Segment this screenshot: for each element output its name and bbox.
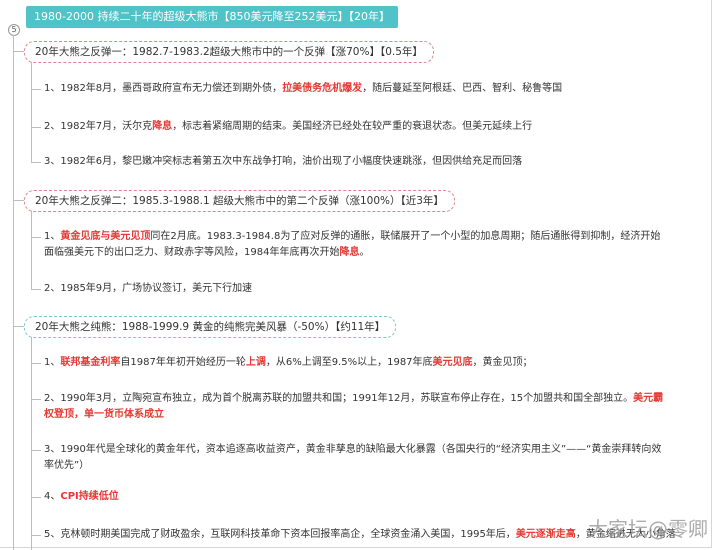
- root-topic[interactable]: 1980-2000 持续二十年的超级大熊市【850美元降至252美元】【20年】: [26, 6, 398, 28]
- item-text: ，标志着紧缩周期的结束。美国经济已经处在较严重的衰退状态。但美元延续上行: [172, 121, 533, 132]
- item-text: 4、: [44, 491, 61, 502]
- list-item: 2、1990年3月，立陶宛宣布独立，成为首个脱离苏联的加盟共和国；1991年12…: [44, 391, 664, 423]
- branch-rebound-one[interactable]: 20年大熊之反弹一：1982.7-1983.2超级大熊市中的一个反弹【涨70%】…: [24, 41, 434, 63]
- item-text: 5、克林顿时期美国完成了财政盈余，互联网科技革命下资本回报率高企，全球资金涌入美…: [44, 529, 516, 540]
- item-text: 3、1982年6月，黎巴嫩冲突标志着第五次中东战争打响，油价出现了小幅度快速跳涨…: [44, 156, 523, 167]
- watermark: 大家坛@零卿: [588, 517, 708, 541]
- highlight-text: 美元逐渐走高: [515, 529, 576, 540]
- item-connector: [31, 237, 41, 238]
- highlight-text: 黄金见底与美元见顶: [60, 231, 151, 242]
- item-text: 1、: [44, 231, 61, 242]
- list-item: 3、1982年6月，黎巴嫩冲突标志着第五次中东战争打响，油价出现了小幅度快速跳涨…: [44, 154, 522, 170]
- highlight-text: 美元见底: [432, 357, 473, 368]
- highlight-text: 拉美债务危机爆发: [282, 83, 363, 94]
- list-item: 2、1982年7月，沃尔克降息，标志着紧缩周期的结束。美国经济已经处在较严重的衰…: [44, 119, 532, 135]
- item-connector: [31, 363, 41, 364]
- item-connector: [31, 399, 41, 400]
- collapse-toggle-icon[interactable]: 5: [8, 24, 20, 36]
- list-item: 1、黄金见底与美元见顶同在2月底。1983.3-1984.8为了应对反弹的通胀，…: [44, 229, 664, 261]
- highlight-text: 降息: [152, 121, 173, 132]
- item-text: 1、1982年8月，墨西哥政府宣布无力偿还到期外债，: [44, 83, 283, 94]
- list-item: 2、1985年9月，广场协议签订，美元下行加速: [44, 281, 252, 297]
- item-text: 自1987年年初开始经历一轮: [120, 357, 246, 368]
- item-connector: [31, 450, 41, 451]
- list-item: 3、1990年代是全球化的黄金年代，资本追逐高收益资产，黄金非孳息的缺陷最大化暴…: [44, 442, 664, 474]
- branch-subline: [31, 211, 32, 289]
- list-item: 4、CPI持续低位: [44, 489, 119, 505]
- item-text: 2、1985年9月，广场协议签订，美元下行加速: [44, 283, 253, 294]
- branch-connector: [13, 51, 24, 52]
- list-item: 1、联邦基金利率自1987年年初开始经历一轮上调，从6%上调至9.5%以上，19…: [44, 355, 533, 371]
- trunk-line: [13, 35, 14, 550]
- item-text: 。: [359, 247, 370, 258]
- branch-subline: [31, 337, 32, 550]
- branch-subline: [31, 62, 32, 162]
- item-text: 2、1990年3月，立陶宛宣布独立，成为首个脱离苏联的加盟共和国；1991年12…: [44, 393, 634, 404]
- highlight-text: 上调: [245, 357, 266, 368]
- highlight-text: 联邦基金利率: [60, 357, 121, 368]
- item-text: ，随后蔓延至阿根廷、巴西、智利、秘鲁等国: [362, 83, 563, 94]
- highlight-text: 降息: [339, 247, 360, 258]
- item-connector: [31, 89, 41, 90]
- item-connector: [31, 289, 41, 290]
- branch-connector: [13, 200, 24, 201]
- item-connector: [31, 535, 41, 536]
- item-text: 2、1982年7月，沃尔克: [44, 121, 153, 132]
- branch-rebound-two[interactable]: 20年大熊之反弹二：1985.3-1988.1 超级大熊市中的第二个反弹（涨10…: [24, 190, 455, 212]
- list-item: 5、克林顿时期美国完成了财政盈余，互联网科技革命下资本回报率高企，全球资金涌入美…: [44, 527, 676, 543]
- item-text: 3、1990年代是全球化的黄金年代，资本追逐高收益资产，黄金非孳息的缺陷最大化暴…: [44, 444, 662, 471]
- item-connector: [31, 127, 41, 128]
- item-text: ，黄金见顶；: [472, 357, 533, 368]
- list-item: 1、1982年8月，墨西哥政府宣布无力偿还到期外债，拉美债务危机爆发，随后蔓延至…: [44, 81, 562, 97]
- item-text: 1、: [44, 357, 61, 368]
- branch-pure-bear[interactable]: 20年大熊之纯熊：1988-1999.9 黄金的纯熊完美风暴（-50%）【约11…: [24, 316, 397, 338]
- item-connector: [31, 497, 41, 498]
- item-connector: [31, 162, 41, 163]
- highlight-text: CPI持续低位: [60, 491, 119, 502]
- branch-connector: [13, 326, 24, 327]
- item-text: ，从6%上调至9.5%以上，1987年底: [265, 357, 433, 368]
